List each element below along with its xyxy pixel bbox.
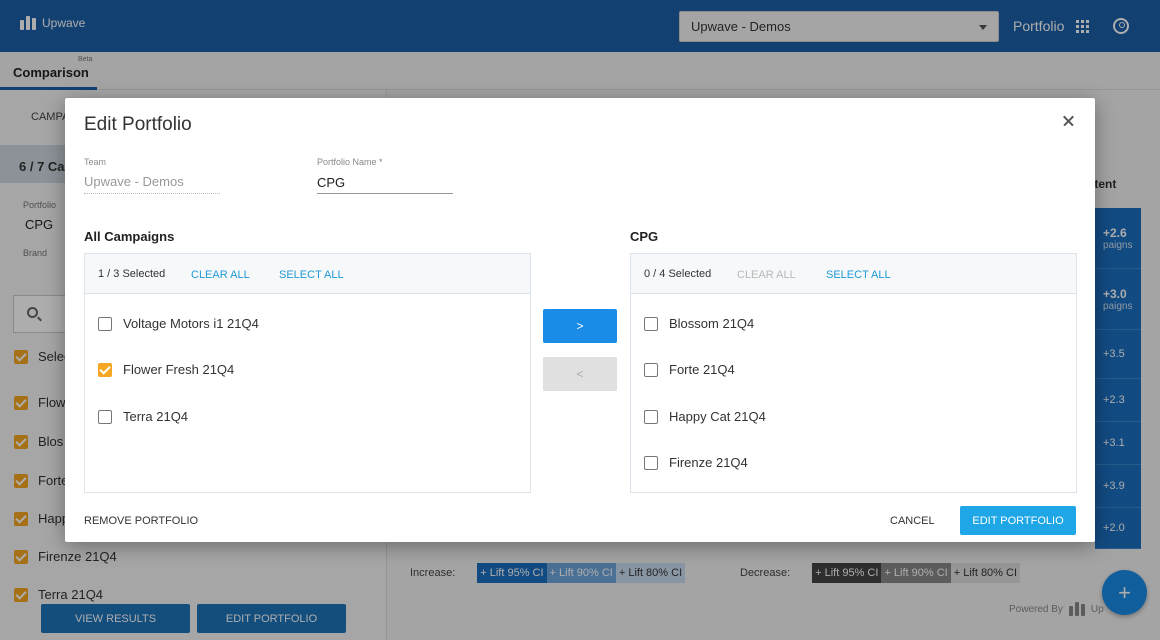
list-item-label: Happy Cat 21Q4: [669, 409, 766, 424]
list-item-label: Terra 21Q4: [123, 409, 189, 424]
clear-all-button[interactable]: CLEAR ALL: [737, 269, 796, 281]
checkbox[interactable]: [98, 362, 112, 377]
cpg-title: CPG: [630, 229, 659, 244]
dialog-title: Edit Portfolio: [84, 114, 192, 135]
clear-all-button[interactable]: CLEAR ALL: [191, 269, 250, 281]
list-item[interactable]: Voltage Motors i1 21Q4: [98, 316, 259, 331]
select-all-button[interactable]: SELECT ALL: [826, 269, 891, 281]
all-campaigns-header: 1 / 3 Selected CLEAR ALL SELECT ALL: [85, 254, 530, 294]
checkbox[interactable]: [98, 316, 112, 331]
move-right-button[interactable]: >: [543, 309, 617, 343]
checkbox[interactable]: [644, 316, 658, 331]
edit-portfolio-submit-button[interactable]: EDIT PORTFOLIO: [960, 506, 1076, 535]
selected-count: 1 / 3 Selected: [98, 268, 166, 280]
close-icon[interactable]: [1059, 112, 1077, 130]
list-item-label: Blossom 21Q4: [669, 316, 755, 331]
remove-portfolio-button[interactable]: REMOVE PORTFOLIO: [84, 515, 198, 527]
list-item[interactable]: Blossom 21Q4: [644, 316, 754, 331]
list-item-label: Forte 21Q4: [669, 362, 735, 377]
all-campaigns-title: All Campaigns: [84, 229, 175, 244]
all-campaigns-list: 1 / 3 Selected CLEAR ALL SELECT ALL Volt…: [84, 253, 531, 493]
checkbox[interactable]: [98, 409, 112, 424]
list-item[interactable]: Flower Fresh 21Q4: [98, 362, 234, 377]
portfolio-name-label: Portfolio Name *: [317, 157, 383, 167]
checkbox[interactable]: [644, 409, 658, 424]
cancel-button[interactable]: CANCEL: [890, 515, 935, 527]
list-item-label: Flower Fresh 21Q4: [123, 362, 235, 377]
list-item[interactable]: Happy Cat 21Q4: [644, 409, 766, 424]
list-item[interactable]: Firenze 21Q4: [644, 455, 748, 470]
checkbox[interactable]: [644, 455, 658, 470]
edit-portfolio-dialog: Edit Portfolio Team Upwave - Demos Portf…: [65, 98, 1095, 542]
team-label: Team: [84, 157, 107, 167]
list-item[interactable]: Forte 21Q4: [644, 362, 735, 377]
checkbox[interactable]: [644, 362, 658, 377]
list-item-label: Voltage Motors i1 21Q4: [123, 316, 259, 331]
cpg-list: 0 / 4 Selected CLEAR ALL SELECT ALL Blos…: [630, 253, 1077, 493]
select-all-button[interactable]: SELECT ALL: [279, 269, 344, 281]
selected-count: 0 / 4 Selected: [644, 268, 712, 280]
cpg-header: 0 / 4 Selected CLEAR ALL SELECT ALL: [631, 254, 1076, 294]
list-item-label: Firenze 21Q4: [669, 455, 748, 470]
move-left-button[interactable]: <: [543, 357, 617, 391]
portfolio-name-input[interactable]: [317, 174, 453, 194]
team-field: Upwave - Demos: [84, 174, 220, 194]
list-item[interactable]: Terra 21Q4: [98, 409, 188, 424]
